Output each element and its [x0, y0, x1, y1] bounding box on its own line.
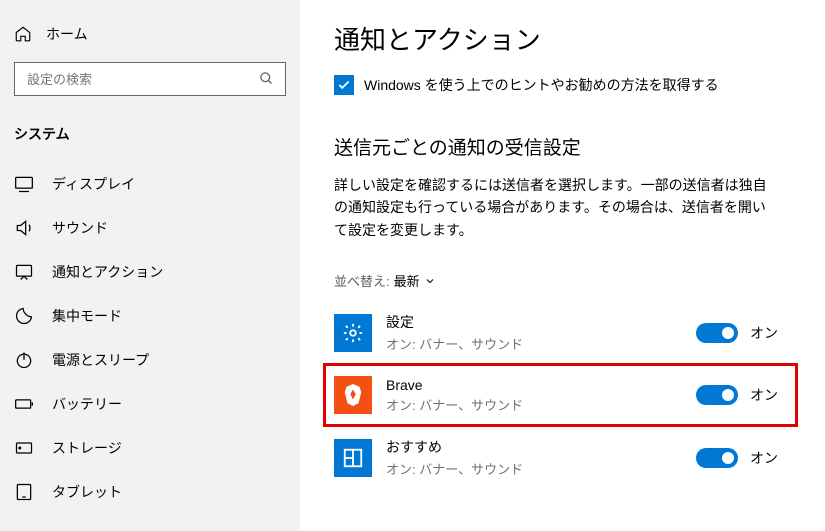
brave-icon [334, 376, 372, 414]
sidebar-item-label: ストレージ [52, 438, 122, 458]
sidebar-item-storage[interactable]: ストレージ [0, 426, 300, 470]
sidebar-item-label: 電源とスリープ [52, 350, 149, 370]
sidebar: ホーム システム ディスプレイ サウンド 通知とアクション 集中モード [0, 0, 300, 531]
sender-name: Brave [386, 377, 682, 393]
sort-dropdown[interactable]: 並べ替え: 最新 [334, 271, 819, 290]
sidebar-item-label: 通知とアクション [52, 262, 163, 282]
sidebar-item-focus[interactable]: 集中モード [0, 294, 300, 338]
description-text: 詳しい設定を確認するには送信者を選択します。一部の送信者は独自の通知設定も行って… [334, 174, 774, 241]
sidebar-item-label: バッテリー [52, 394, 122, 414]
hint-label: Windows を使う上でのヒントやお勧めの方法を取得する [364, 75, 719, 95]
sender-row-settings[interactable]: 設定 オン: バナー、サウンド オン [334, 302, 798, 363]
suggest-icon [334, 439, 372, 477]
sender-row-brave[interactable]: Brave オン: バナー、サウンド オン [323, 363, 798, 427]
main-content: 通知とアクション Windows を使う上でのヒントやお勧めの方法を取得する 送… [300, 0, 825, 531]
hint-checkbox[interactable] [334, 75, 354, 95]
sender-row-suggest[interactable]: おすすめ オン: バナー、サウンド オン [334, 427, 798, 488]
gear-icon [334, 314, 372, 352]
sender-name: 設定 [386, 312, 682, 332]
sender-toggle[interactable] [696, 448, 738, 468]
toggle-label: オン [750, 323, 778, 343]
sidebar-item-display[interactable]: ディスプレイ [0, 162, 300, 206]
sender-sub: オン: バナー、サウンド [386, 395, 682, 414]
toggle-label: オン [750, 448, 778, 468]
power-icon [14, 350, 34, 370]
sidebar-item-battery[interactable]: バッテリー [0, 382, 300, 426]
tablet-icon [14, 482, 34, 502]
display-icon [14, 174, 34, 194]
sound-icon [14, 218, 34, 238]
sender-name: おすすめ [386, 437, 682, 457]
sender-sub: オン: バナー、サウンド [386, 334, 682, 353]
sidebar-item-sound[interactable]: サウンド [0, 206, 300, 250]
toggle-label: オン [750, 385, 778, 405]
sender-toggle[interactable] [696, 323, 738, 343]
sidebar-item-label: タブレット [52, 482, 122, 502]
notification-icon [14, 262, 34, 282]
home-icon [14, 25, 32, 43]
sidebar-item-power[interactable]: 電源とスリープ [0, 338, 300, 382]
sidebar-item-label: ディスプレイ [52, 174, 135, 194]
sidebar-item-notifications[interactable]: 通知とアクション [0, 250, 300, 294]
sidebar-item-label: 集中モード [52, 306, 122, 326]
sidebar-section-title: システム [0, 110, 300, 162]
home-label: ホーム [46, 24, 88, 44]
search-input[interactable] [25, 71, 259, 88]
search-box[interactable] [14, 62, 286, 96]
battery-icon [14, 394, 34, 414]
sender-toggle[interactable] [696, 385, 738, 405]
sidebar-item-label: サウンド [52, 218, 108, 238]
sort-value: 最新 [394, 271, 420, 290]
sidebar-item-tablet[interactable]: タブレット [0, 470, 300, 514]
search-icon [259, 71, 275, 87]
sub-heading: 送信元ごとの通知の受信設定 [334, 133, 819, 160]
home-link[interactable]: ホーム [0, 16, 300, 52]
hint-row[interactable]: Windows を使う上でのヒントやお勧めの方法を取得する [334, 75, 819, 95]
page-title: 通知とアクション [334, 20, 819, 57]
sort-label: 並べ替え: [334, 271, 390, 290]
focus-icon [14, 306, 34, 326]
sender-sub: オン: バナー、サウンド [386, 459, 682, 478]
storage-icon [14, 438, 34, 458]
chevron-down-icon [424, 275, 436, 287]
